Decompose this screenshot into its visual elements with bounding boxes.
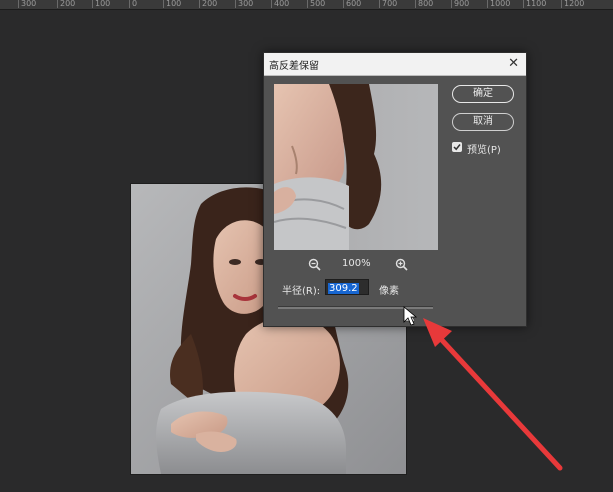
- annotation-overlay: [403, 306, 563, 471]
- red-arrow-annotation: [423, 318, 563, 471]
- mouse-cursor-icon: [403, 306, 418, 326]
